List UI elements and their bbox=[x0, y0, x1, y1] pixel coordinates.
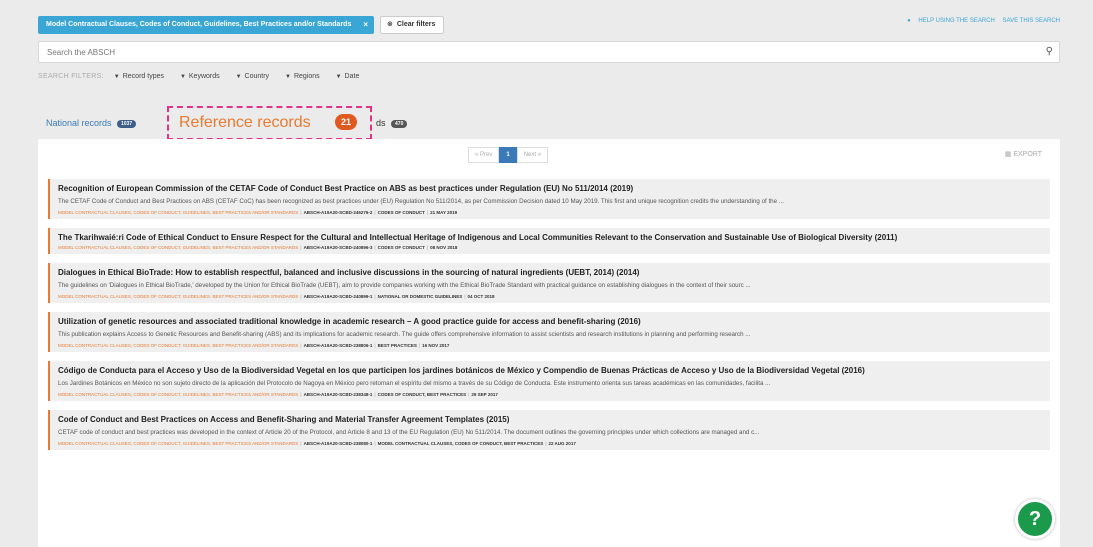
record-category: MODEL CONTRACTUAL CLAUSES, CODES OF COND… bbox=[58, 343, 299, 348]
list-item[interactable]: Dialogues in Ethical BioTrade: How to es… bbox=[48, 263, 1050, 303]
record-type: CODES OF CONDUCT, BEST PRACTICES bbox=[377, 392, 467, 397]
record-meta: MODEL CONTRACTUAL CLAUSES, CODES OF COND… bbox=[58, 210, 458, 215]
caret-down-icon: ▼ bbox=[285, 74, 291, 80]
list-item[interactable]: Código de Conducta para el Acceso y Uso … bbox=[48, 361, 1050, 401]
record-title[interactable]: Código de Conducta para el Acceso y Uso … bbox=[58, 366, 1042, 375]
filter-label: Country bbox=[244, 73, 270, 80]
x-circle-icon: ⊗ bbox=[387, 21, 393, 28]
record-title[interactable]: Recognition of European Commission of th… bbox=[58, 184, 1042, 193]
page-1-button[interactable]: 1 bbox=[499, 147, 517, 163]
record-title[interactable]: Utilization of genetic resources and ass… bbox=[58, 317, 1042, 326]
record-meta: MODEL CONTRACTUAL CLAUSES, CODES OF COND… bbox=[58, 245, 458, 250]
record-list: Recognition of European Commission of th… bbox=[48, 179, 1050, 459]
export-button[interactable]: ▦ EXPORT bbox=[1005, 150, 1042, 158]
search-filters: SEARCH FILTERS: ▼ Record types ▼ Keywords … bbox=[38, 73, 373, 85]
record-tabs: National records 1037 ds 470 Reference r… bbox=[38, 106, 738, 140]
record-type: BEST PRACTICES bbox=[377, 343, 417, 348]
record-id: ABSCH-A19A20-SCBD-240899-1 bbox=[303, 294, 373, 299]
caret-down-icon: ▼ bbox=[179, 74, 186, 80]
record-description: The CETAF Code of Conduct and Best Pract… bbox=[58, 198, 784, 205]
prev-page-button[interactable]: « Prev bbox=[468, 147, 500, 163]
record-description: Los Jardines Botánicos en México no son … bbox=[58, 380, 771, 387]
filter-date[interactable]: ▼ Date bbox=[336, 73, 360, 80]
pagination: « Prev 1 Next » bbox=[468, 147, 549, 163]
record-date: 04 OCT 2018 bbox=[467, 294, 495, 299]
record-description: The guidelines on 'Dialogues in Ethical … bbox=[58, 282, 751, 289]
filter-country[interactable]: ▼ Country bbox=[236, 73, 269, 80]
count-badge: 21 bbox=[335, 114, 357, 130]
search-input[interactable] bbox=[39, 42, 1019, 63]
record-id: ABSCH-A19A20-SCBD-238080-1 bbox=[303, 441, 373, 446]
active-filter-label: Model Contractual Clauses, Codes of Cond… bbox=[46, 21, 352, 28]
list-item[interactable]: Code of Conduct and Best Practices on Ac… bbox=[48, 410, 1050, 450]
save-search-link[interactable]: SAVE THIS SEARCH bbox=[1003, 18, 1060, 24]
list-item[interactable]: Utilization of genetic resources and ass… bbox=[48, 312, 1050, 352]
next-page-button[interactable]: Next » bbox=[516, 147, 549, 163]
caret-down-icon: ▼ bbox=[235, 74, 242, 80]
record-meta: MODEL CONTRACTUAL CLAUSES, CODES OF COND… bbox=[58, 294, 495, 299]
record-id: ABSCH-A19A20-SCBD-238348-1 bbox=[303, 392, 373, 397]
record-date: 08 NOV 2018 bbox=[430, 245, 458, 250]
filter-label: Date bbox=[344, 73, 360, 80]
active-filter-chip[interactable]: Model Contractual Clauses, Codes of Cond… bbox=[38, 16, 374, 34]
clear-filters-button[interactable]: ⊗ Clear filters bbox=[380, 16, 444, 34]
record-description: This publication explains Access to Gene… bbox=[58, 331, 751, 338]
list-item[interactable]: The Tkarihwaié:ri Code of Ethical Conduc… bbox=[48, 228, 1050, 254]
record-description: CETAF code of conduct and best practices… bbox=[58, 429, 760, 436]
record-date: 21 MAY 2019 bbox=[430, 210, 458, 215]
record-category: MODEL CONTRACTUAL CLAUSES, CODES OF COND… bbox=[58, 392, 299, 397]
help-search-label: HELP USING THE SEARCH bbox=[918, 18, 995, 24]
record-date: 16 NOV 2017 bbox=[422, 343, 450, 348]
list-item[interactable]: Recognition of European Commission of th… bbox=[48, 179, 1050, 219]
record-meta: MODEL CONTRACTUAL CLAUSES, CODES OF COND… bbox=[58, 441, 576, 446]
table-icon: ▦ bbox=[1004, 151, 1012, 158]
record-title[interactable]: Code of Conduct and Best Practices on Ac… bbox=[58, 415, 1042, 424]
filter-label: Record types bbox=[122, 73, 164, 80]
help-search-link[interactable]: ● HELP USING THE SEARCH bbox=[907, 18, 995, 24]
question-icon: ? bbox=[1028, 508, 1042, 530]
count-badge: 470 bbox=[391, 119, 408, 128]
record-meta: MODEL CONTRACTUAL CLAUSES, CODES OF COND… bbox=[58, 392, 498, 397]
record-category: MODEL CONTRACTUAL CLAUSES, CODES OF COND… bbox=[58, 441, 299, 446]
record-type: NATIONAL OR DOMESTIC GUIDELINES bbox=[377, 294, 463, 299]
count-badge: 1037 bbox=[117, 119, 137, 128]
active-filters-bar: Model Contractual Clauses, Codes of Cond… bbox=[38, 16, 1060, 34]
record-type: CODES OF CONDUCT bbox=[377, 245, 425, 250]
help-chat-button[interactable]: ? bbox=[1015, 499, 1055, 539]
record-title[interactable]: Dialogues in Ethical BioTrade: How to es… bbox=[58, 268, 1042, 277]
record-type: MODEL CONTRACTUAL CLAUSES, CODES OF COND… bbox=[377, 441, 544, 446]
caret-down-icon: ▼ bbox=[113, 74, 120, 80]
record-category: MODEL CONTRACTUAL CLAUSES, CODES OF COND… bbox=[58, 245, 299, 250]
record-id: ABSCH-A19A20-SCBD-238806-1 bbox=[303, 343, 373, 348]
record-id: ABSCH-A19A20-SCBD-240896-3 bbox=[303, 245, 373, 250]
record-category: MODEL CONTRACTUAL CLAUSES, CODES OF COND… bbox=[58, 294, 299, 299]
remove-filter-icon[interactable]: × bbox=[363, 16, 368, 34]
tab-label: Reference records bbox=[179, 114, 311, 131]
tab-label: ds bbox=[376, 118, 386, 128]
export-label: EXPORT bbox=[1013, 151, 1042, 158]
tab-reference-records[interactable]: Reference records 21 bbox=[167, 106, 372, 140]
tab-other-records[interactable]: ds 470 bbox=[376, 118, 408, 128]
filter-regions[interactable]: ▼ Regions bbox=[285, 73, 320, 80]
tab-label: National records bbox=[46, 118, 112, 128]
record-date: 29 SEP 2017 bbox=[471, 392, 498, 397]
clear-filters-label: Clear filters bbox=[396, 21, 436, 28]
caret-down-icon: ▼ bbox=[335, 74, 342, 80]
record-date: 22 AUG 2017 bbox=[548, 441, 576, 446]
results-panel: « Prev 1 Next » ▦ EXPORT Recognition of Eu… bbox=[38, 139, 1060, 547]
search-filters-label: SEARCH FILTERS: bbox=[38, 73, 104, 80]
filter-label: Keywords bbox=[188, 73, 220, 80]
tab-national-records[interactable]: National records 1037 bbox=[46, 118, 137, 128]
record-title[interactable]: The Tkarihwaié:ri Code of Ethical Conduc… bbox=[58, 233, 1042, 242]
record-id: ABSCH-A19A20-SCBD-246276-2 bbox=[303, 210, 373, 215]
filter-record-types[interactable]: ▼ Record types bbox=[114, 73, 164, 80]
filter-label: Regions bbox=[293, 73, 320, 80]
record-meta: MODEL CONTRACTUAL CLAUSES, CODES OF COND… bbox=[58, 343, 450, 348]
search-box: ⚲ bbox=[38, 41, 1060, 63]
search-icon[interactable]: ⚲ bbox=[1046, 46, 1053, 57]
record-category: MODEL CONTRACTUAL CLAUSES, CODES OF COND… bbox=[58, 210, 299, 215]
help-links: ● HELP USING THE SEARCH SAVE THIS SEARCH bbox=[901, 18, 1060, 24]
filter-keywords[interactable]: ▼ Keywords bbox=[180, 73, 220, 80]
record-type: CODES OF CONDUCT bbox=[377, 210, 425, 215]
